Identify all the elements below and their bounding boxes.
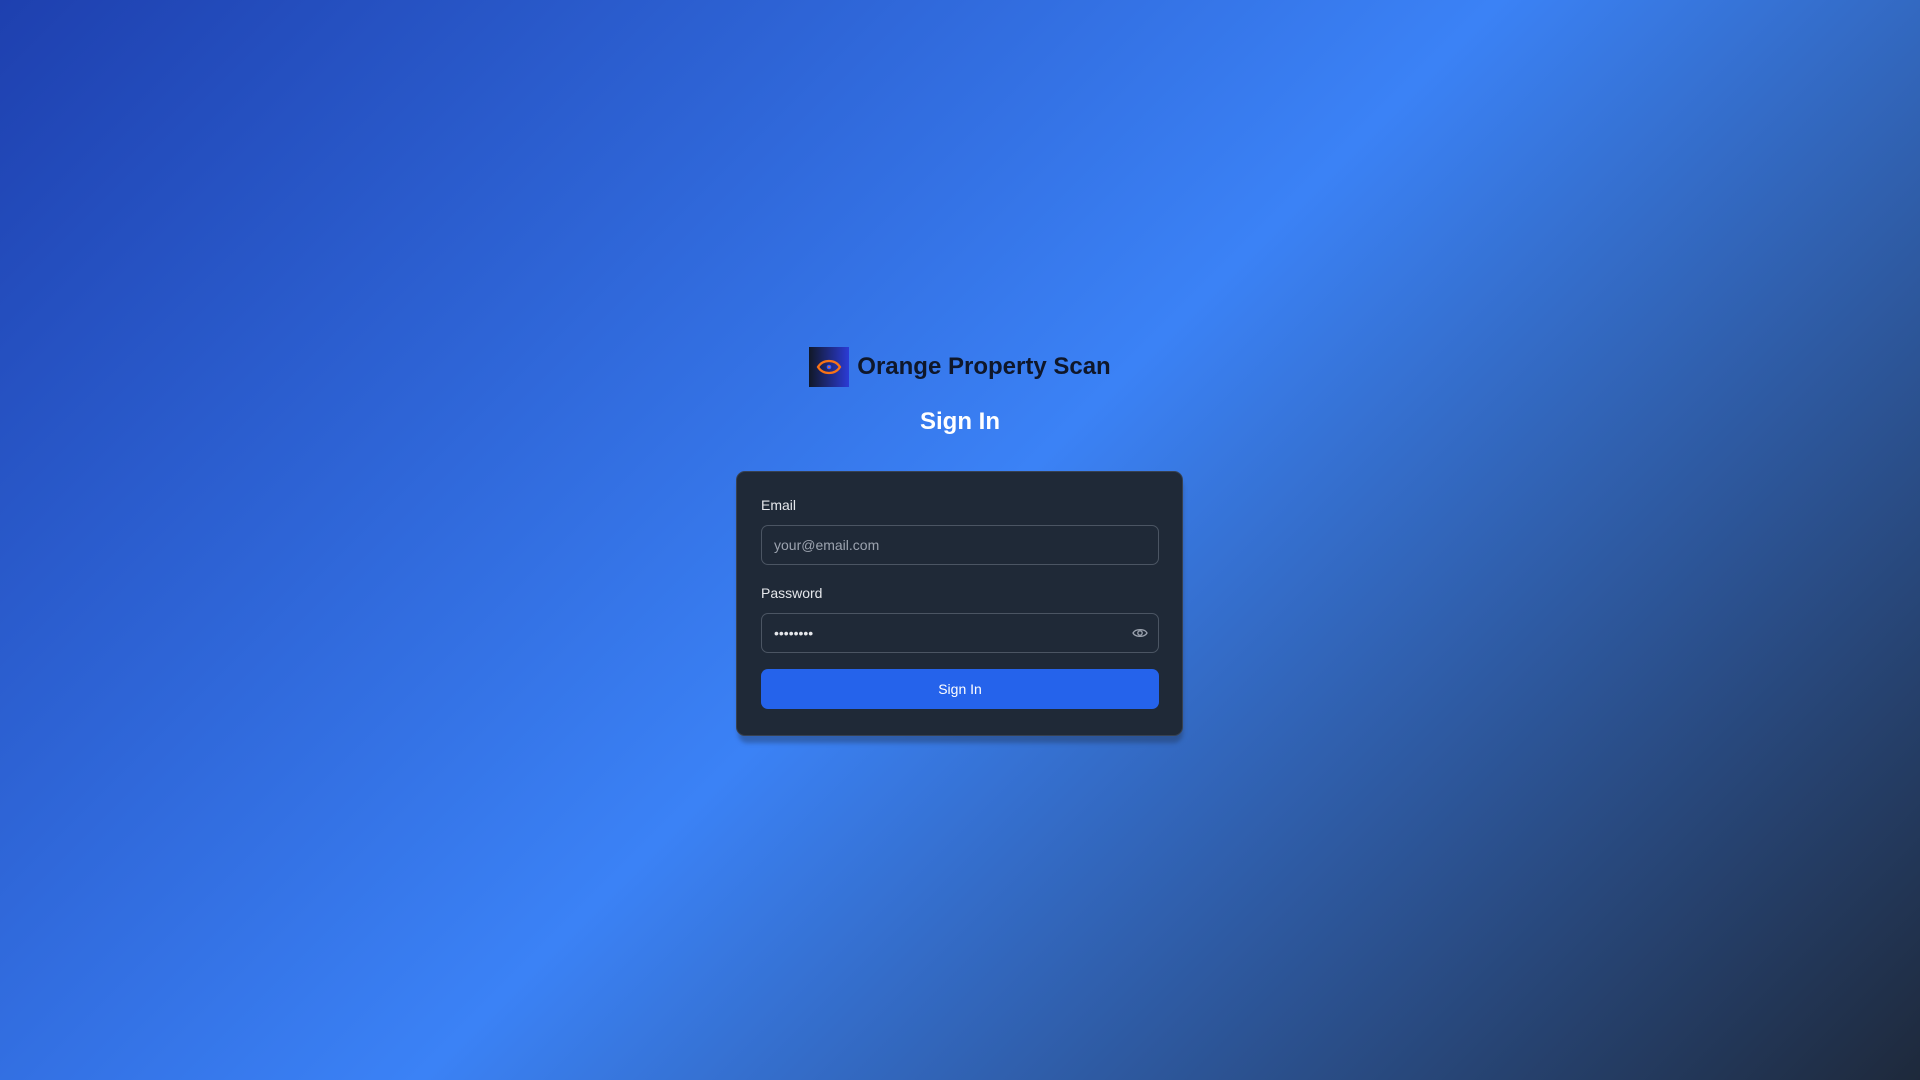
email-field[interactable] [761,525,1159,565]
password-label: Password [761,585,823,601]
email-label: Email [761,497,797,513]
password-field[interactable] [761,613,1159,653]
show-password-toggle[interactable] [1131,624,1149,642]
brand-header: Orange Property Scan [0,347,1920,387]
sign-in-button[interactable]: Sign In [761,669,1159,709]
login-page: Orange Property Scan Sign In Email Passw… [0,0,1920,1080]
eye-icon [816,354,842,380]
eye-icon [1132,627,1148,639]
page-title: Sign In [920,408,1000,435]
email-field-wrapper [761,525,1159,565]
app-name: Orange Property Scan [857,353,1111,380]
logo [809,347,850,387]
sign-in-form: Email Password Sign In [736,471,1183,736]
password-field-wrapper [761,613,1159,653]
